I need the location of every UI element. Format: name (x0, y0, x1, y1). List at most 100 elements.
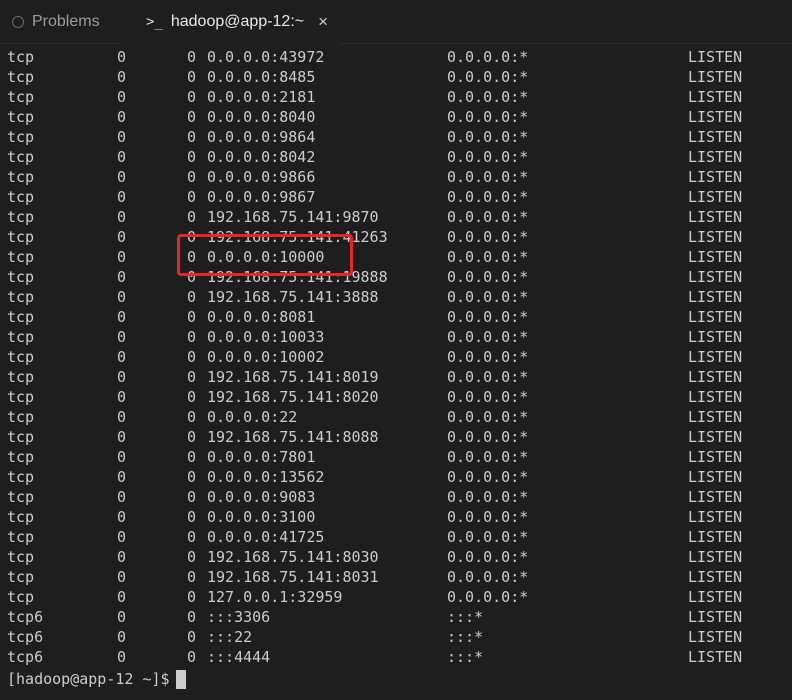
cell-proto: tcp (7, 208, 35, 226)
netstat-row: tcp 0 0 0.0.0.0:8485 0.0.0.0:* LISTEN (0, 67, 792, 87)
cell-local: 0.0.0.0:10000 (207, 248, 325, 266)
cell-state: LISTEN (688, 388, 743, 406)
cell-foreign: 0.0.0.0:* (447, 248, 529, 266)
cell-state: LISTEN (688, 88, 743, 106)
cell-proto: tcp (7, 148, 35, 166)
cell-local: 0.0.0.0:13562 (207, 468, 325, 486)
cell-proto: tcp (7, 68, 35, 86)
netstat-row: tcp 0 0 0.0.0.0:41725 0.0.0.0:* LISTEN (0, 527, 792, 547)
cell-sendq: 0 (187, 308, 197, 326)
cell-sendq: 0 (187, 608, 197, 626)
cell-sendq: 0 (187, 528, 197, 546)
cell-foreign: 0.0.0.0:* (447, 148, 529, 166)
close-icon[interactable]: × (318, 12, 328, 32)
cell-local: 0.0.0.0:8081 (207, 308, 316, 326)
cell-proto: tcp (7, 168, 35, 186)
cell-recvq: 0 (117, 108, 127, 126)
cell-foreign: 0.0.0.0:* (447, 108, 529, 126)
cell-state: LISTEN (688, 288, 743, 306)
cell-local: :::4444 (207, 648, 271, 666)
cell-sendq: 0 (187, 248, 197, 266)
cell-state: LISTEN (688, 208, 743, 226)
cell-sendq: 0 (187, 548, 197, 566)
cell-local: 0.0.0.0:9083 (207, 488, 316, 506)
netstat-row: tcp 0 0 192.168.75.141:8019 0.0.0.0:* LISTEN (0, 367, 792, 387)
netstat-row: tcp 0 0 0.0.0.0:10033 0.0.0.0:* LISTEN (0, 327, 792, 347)
cell-foreign: 0.0.0.0:* (447, 428, 529, 446)
cell-sendq: 0 (187, 428, 197, 446)
cell-proto: tcp (7, 268, 35, 286)
cell-sendq: 0 (187, 468, 197, 486)
cell-local: 192.168.75.141:3888 (207, 288, 379, 306)
cell-sendq: 0 (187, 448, 197, 466)
cell-sendq: 0 (187, 108, 197, 126)
netstat-row: tcp6 0 0:::3306:::* LISTEN (0, 607, 792, 627)
cell-foreign: 0.0.0.0:* (447, 548, 529, 566)
cell-local: 192.168.75.141:8088 (207, 428, 379, 446)
netstat-row: tcp 0 0 0.0.0.0:43972 0.0.0.0:* LISTEN (0, 47, 792, 67)
netstat-row: tcp 0 0 0.0.0.0:8042 0.0.0.0:* LISTEN (0, 147, 792, 167)
cell-state: LISTEN (688, 588, 743, 606)
cell-sendq: 0 (187, 568, 197, 586)
cell-recvq: 0 (117, 388, 127, 406)
cell-foreign: 0.0.0.0:* (447, 268, 529, 286)
cell-sendq: 0 (187, 168, 197, 186)
cell-state: LISTEN (688, 328, 743, 346)
cell-recvq: 0 (117, 328, 127, 346)
cell-local: 0.0.0.0:8485 (207, 68, 316, 86)
cell-proto: tcp (7, 108, 35, 126)
cell-proto: tcp (7, 528, 35, 546)
cell-proto: tcp (7, 228, 35, 246)
cell-proto: tcp (7, 488, 35, 506)
cell-foreign: 0.0.0.0:* (447, 368, 529, 386)
cell-foreign: 0.0.0.0:* (447, 228, 529, 246)
cell-state: LISTEN (688, 568, 743, 586)
cell-foreign: 0.0.0.0:* (447, 448, 529, 466)
terminal-icon: >_ (146, 14, 163, 30)
cell-foreign: :::* (447, 648, 484, 666)
cell-local: 192.168.75.141:8031 (207, 568, 379, 586)
netstat-row: tcp 0 0 0.0.0.0:22 0.0.0.0:* LISTEN (0, 407, 792, 427)
cell-recvq: 0 (117, 228, 127, 246)
shell-prompt-line[interactable]: [hadoop@app-12 ~]$ (7, 668, 186, 690)
panel-tab-bar: Problems >_ hadoop@app-12:~ × (0, 0, 792, 44)
cell-state: LISTEN (688, 128, 743, 146)
cell-sendq: 0 (187, 288, 197, 306)
netstat-row: tcp 0 0 192.168.75.141:8088 0.0.0.0:* LISTEN (0, 427, 792, 447)
shell-prompt: [hadoop@app-12 ~]$ (7, 670, 170, 688)
cell-foreign: 0.0.0.0:* (447, 48, 529, 66)
netstat-row: tcp 0 0 192.168.75.141:8020 0.0.0.0:* LISTEN (0, 387, 792, 407)
cell-state: LISTEN (688, 248, 743, 266)
cell-state: LISTEN (688, 188, 743, 206)
cell-proto: tcp (7, 288, 35, 306)
netstat-row: tcp 0 0 192.168.75.141:8031 0.0.0.0:* LISTEN (0, 567, 792, 587)
cell-state: LISTEN (688, 428, 743, 446)
cell-sendq: 0 (187, 228, 197, 246)
cell-recvq: 0 (117, 408, 127, 426)
cell-recvq: 0 (117, 468, 127, 486)
cell-recvq: 0 (117, 168, 127, 186)
cell-state: LISTEN (688, 168, 743, 186)
cell-recvq: 0 (117, 348, 127, 366)
cell-sendq: 0 (187, 68, 197, 86)
tab-problems[interactable]: Problems (0, 0, 120, 44)
cell-local: :::3306 (207, 608, 271, 626)
cell-state: LISTEN (688, 548, 743, 566)
cell-sendq: 0 (187, 368, 197, 386)
netstat-row: tcp 0 0 192.168.75.141:41263 0.0.0.0:* LISTEN (0, 227, 792, 247)
cell-foreign: 0.0.0.0:* (447, 328, 529, 346)
cell-recvq: 0 (117, 488, 127, 506)
cell-state: LISTEN (688, 408, 743, 426)
cell-recvq: 0 (117, 628, 127, 646)
cell-sendq: 0 (187, 648, 197, 666)
cell-state: LISTEN (688, 108, 743, 126)
cell-state: LISTEN (688, 528, 743, 546)
cell-state: LISTEN (688, 628, 743, 646)
terminal-output[interactable]: tcp 0 0 0.0.0.0:43972 0.0.0.0:* LISTEN tcp 0 0 0.… (0, 46, 792, 700)
cell-foreign: 0.0.0.0:* (447, 468, 529, 486)
cell-state: LISTEN (688, 648, 743, 666)
tab-terminal[interactable]: >_ hadoop@app-12:~ × (120, 0, 340, 44)
cell-state: LISTEN (688, 68, 743, 86)
cell-recvq: 0 (117, 608, 127, 626)
cell-sendq: 0 (187, 388, 197, 406)
